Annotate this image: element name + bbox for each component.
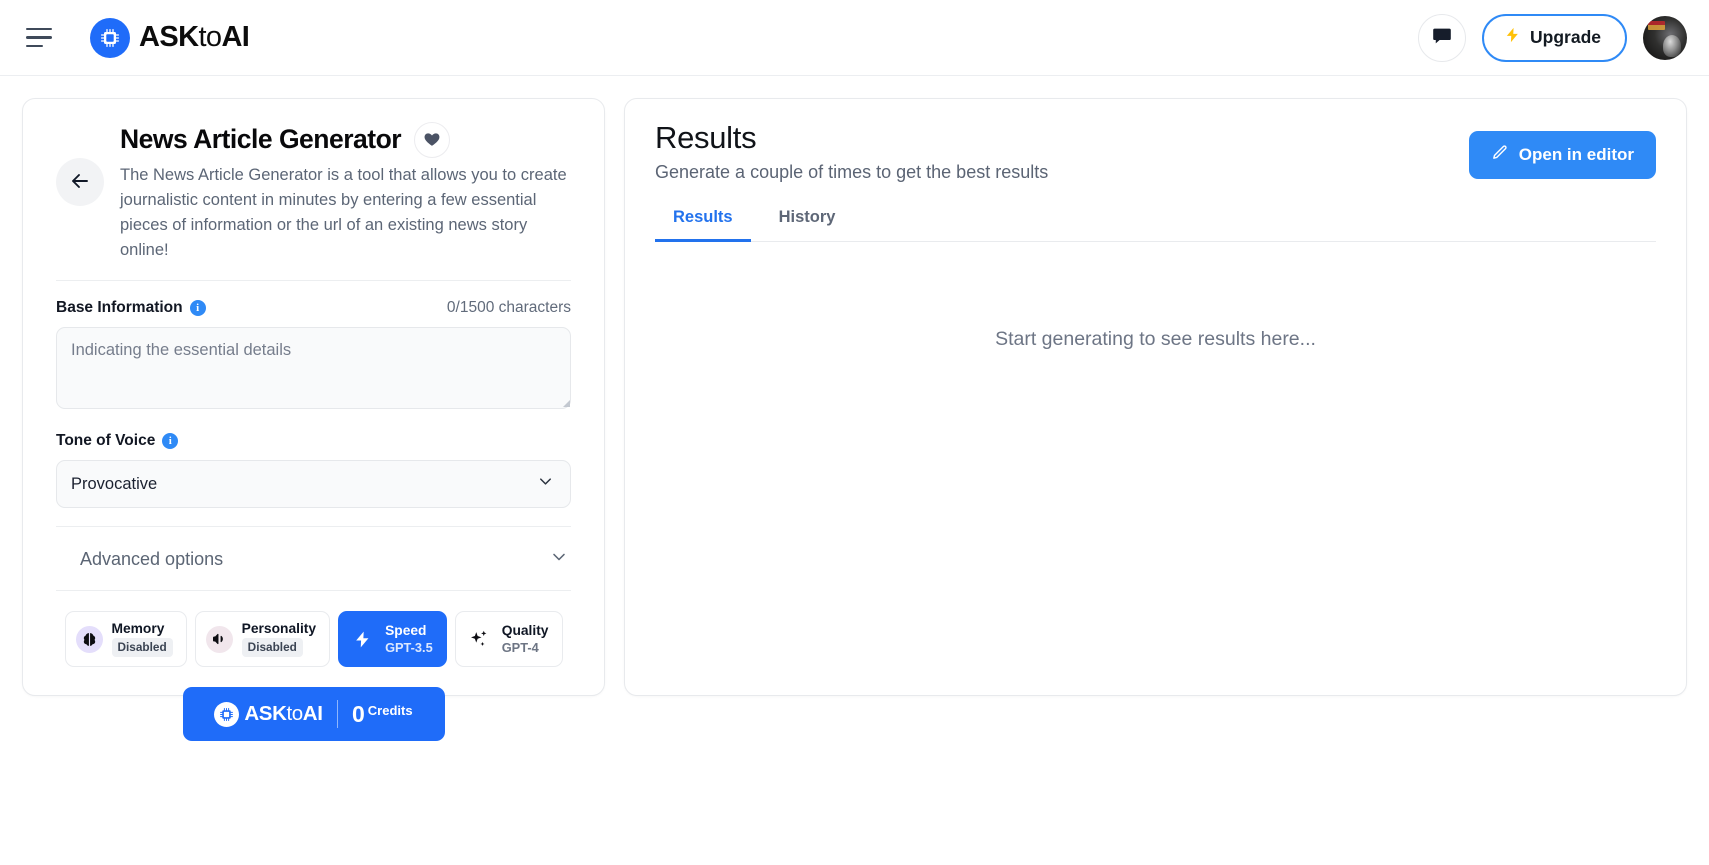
tool-description: The News Article Generator is a tool tha… (120, 166, 567, 260)
chip-memory-title: Memory (111, 621, 165, 637)
hamburger-line (26, 27, 52, 31)
chip-logo-icon (214, 701, 240, 727)
tone-of-voice-label-row: Tone of Voice i (56, 432, 571, 450)
chevron-down-icon (549, 547, 569, 572)
tool-header-text: News Article Generator The News Article … (120, 122, 571, 263)
credits-amount: 0 Credits (352, 700, 413, 727)
chip-quality-model: GPT-4 (501, 640, 539, 656)
megaphone-icon (205, 625, 233, 653)
advanced-options-toggle[interactable]: Advanced options (56, 526, 571, 590)
tone-of-voice-label: Tone of Voice (56, 432, 156, 450)
generate-credits-button[interactable]: ASKtoAI 0 Credits (182, 687, 445, 742)
chip-quality-text: Quality GPT-4 (502, 623, 549, 656)
results-content-area: Start generating to see results here... (655, 242, 1656, 695)
header-divider (56, 280, 571, 282)
base-information-label-row: Base Information i 0/1500 characters (56, 299, 571, 317)
base-information-input[interactable] (56, 327, 571, 410)
results-tabs: Results History (655, 203, 1656, 242)
app-header: ASKtoAI Upgrade (0, 0, 1709, 76)
chat-bubble-icon (1431, 25, 1453, 50)
results-subtitle: Generate a couple of times to get the be… (655, 161, 1049, 182)
hamburger-menu-icon[interactable] (26, 25, 56, 51)
upgrade-button[interactable]: Upgrade (1482, 13, 1627, 62)
brand-logo[interactable]: ASKtoAI (90, 17, 250, 58)
chip-personality-title: Personality (241, 621, 317, 637)
chip-speed[interactable]: Speed GPT-3.5 (338, 611, 447, 668)
tone-of-voice-select-wrap: Provocative (56, 460, 571, 509)
chip-speed-model: GPT-3.5 (385, 640, 433, 656)
chip-memory[interactable]: Memory Disabled (64, 611, 187, 668)
chip-memory-text: Memory Disabled (111, 621, 173, 658)
chip-quality-title: Quality (501, 623, 549, 638)
open-in-editor-label: Open in editor (1518, 145, 1634, 164)
brain-icon (75, 625, 103, 653)
lightning-bolt-icon (1504, 24, 1521, 51)
tone-of-voice-label-group: Tone of Voice i (56, 432, 179, 450)
results-header: Results Generate a couple of times to ge… (655, 120, 1656, 183)
info-icon[interactable]: i (162, 433, 179, 450)
tool-form-panel: News Article Generator The News Article … (22, 98, 605, 742)
credits-word: Credits (367, 702, 413, 718)
tool-title-row: News Article Generator (120, 122, 571, 158)
textarea-resize-handle[interactable] (563, 400, 570, 408)
arrow-left-icon (68, 169, 92, 196)
chip-memory-status: Disabled (111, 638, 173, 658)
chip-logo-icon (90, 17, 130, 58)
favorite-button[interactable] (414, 122, 451, 158)
results-heading-group: Results Generate a couple of times to ge… (655, 120, 1049, 183)
results-empty-message: Start generating to see results here... (995, 327, 1316, 350)
chip-speed-text: Speed GPT-3.5 (385, 623, 433, 656)
page-title: News Article Generator (120, 124, 402, 155)
sparkles-icon (466, 626, 493, 653)
character-counter: 0/1500 characters (446, 299, 571, 317)
heart-icon (423, 130, 441, 151)
chip-personality-text: Personality Disabled (241, 621, 317, 658)
advanced-options-label: Advanced options (80, 549, 224, 570)
tab-results[interactable]: Results (655, 203, 751, 242)
open-in-editor-button[interactable]: Open in editor (1468, 131, 1656, 179)
tone-of-voice-select[interactable]: Provocative (56, 460, 571, 509)
header-actions: Upgrade (1418, 13, 1687, 62)
tab-history[interactable]: History (761, 203, 854, 242)
back-button[interactable] (56, 158, 104, 206)
chat-button[interactable] (1418, 13, 1467, 62)
info-icon[interactable]: i (189, 300, 206, 317)
credits-divider (336, 700, 338, 729)
tool-header: News Article Generator The News Article … (56, 99, 571, 263)
base-information-label-group: Base Information i (56, 299, 206, 317)
workspace: News Article Generator The News Article … (0, 76, 1709, 742)
brand-wordmark: ASKtoAI (139, 21, 250, 53)
model-options-row: Memory Disabled Personality Disabled Spe… (56, 590, 571, 668)
pencil-icon (1491, 144, 1508, 166)
credits-wordmark: ASKtoAI (244, 702, 323, 726)
chip-quality[interactable]: Quality GPT-4 (454, 611, 563, 668)
hamburger-line (26, 36, 52, 39)
chip-speed-title: Speed (385, 623, 427, 638)
avatar[interactable] (1643, 15, 1687, 60)
hamburger-line (26, 44, 43, 48)
lightning-bolt-icon (349, 626, 376, 653)
credits-brand: ASKtoAI (214, 701, 323, 727)
results-panel: Results Generate a couple of times to ge… (624, 98, 1687, 696)
credits-number: 0 (352, 700, 365, 727)
chip-personality[interactable]: Personality Disabled (194, 611, 331, 668)
results-title: Results (655, 120, 757, 155)
chip-personality-status: Disabled (241, 638, 303, 658)
upgrade-label: Upgrade (1530, 27, 1601, 47)
base-information-label: Base Information (56, 299, 183, 317)
